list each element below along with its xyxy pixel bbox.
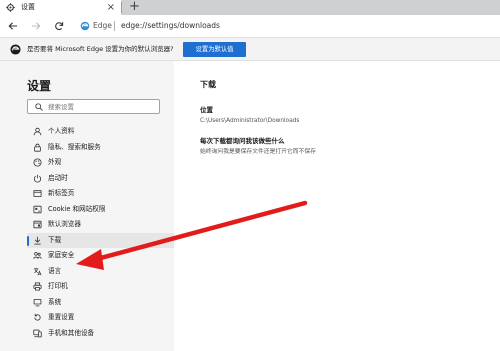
default-browser-icon xyxy=(33,220,42,229)
system-icon xyxy=(33,298,42,307)
sidebar-item-printer[interactable]: 打印机 xyxy=(27,279,174,295)
edge-icon xyxy=(80,21,90,31)
browser-brand-label: Edge xyxy=(93,21,112,30)
forward-button[interactable] xyxy=(29,19,43,33)
settings-nav-list: 个人资料隐私、搜索和服务 外观启动时新标签页 Cookie 和网站权限 默认浏览器下载… xyxy=(27,124,174,341)
sidebar-item-label: 启动时 xyxy=(48,173,68,182)
address-bar-url[interactable]: edge://settings/downloads xyxy=(121,21,220,31)
family-icon xyxy=(33,251,42,260)
language-icon xyxy=(33,267,42,276)
sidebar-item-family[interactable]: 家庭安全 xyxy=(27,248,174,264)
sidebar-item-default-browser[interactable]: 默认浏览器 xyxy=(27,217,174,233)
sidebar-item-label: 语言 xyxy=(48,266,62,275)
ask-where-to-save-description: 始终询问我是要保存文件还是打开它而不保存 xyxy=(200,149,316,155)
download-location-label: 位置 xyxy=(200,106,213,114)
tab-divider xyxy=(121,2,122,13)
new-tab-button[interactable]: + xyxy=(129,0,140,14)
back-arrow-icon xyxy=(8,22,17,30)
sidebar-item-new-tab[interactable]: 新标签页 xyxy=(27,186,174,202)
phone-icon xyxy=(33,329,42,338)
sidebar-item-label: 打印机 xyxy=(48,282,68,291)
sidebar-item-label: 外观 xyxy=(48,158,62,167)
download-icon xyxy=(33,236,42,245)
power-icon xyxy=(33,174,42,183)
settings-gear-icon xyxy=(6,3,15,12)
site-permissions-icon xyxy=(33,205,42,214)
sidebar-item-site-permissions[interactable]: Cookie 和网站权限 xyxy=(27,202,174,218)
set-default-button[interactable]: 设置为默认值 xyxy=(183,42,246,57)
appearance-icon xyxy=(33,158,42,167)
ask-where-to-save-label[interactable]: 每次下载都询问我该做些什么 xyxy=(200,137,285,146)
default-browser-prompt: 是否要将 Microsoft Edge 设置为你的默认浏览器? 设置为默认值 xyxy=(0,38,500,61)
sidebar-item-label: 家庭安全 xyxy=(48,251,75,260)
tab-strip: 设置 × + xyxy=(0,0,500,15)
new-tab-icon xyxy=(33,189,42,198)
sidebar-item-lock[interactable]: 隐私、搜索和服务 xyxy=(27,140,174,156)
sidebar-item-label: 手机和其他设备 xyxy=(48,328,95,337)
profile-icon xyxy=(33,127,42,136)
sidebar-item-label: 系统 xyxy=(48,297,62,306)
lock-icon xyxy=(33,143,42,152)
printer-icon xyxy=(33,282,42,291)
address-toolbar: Edge edge://settings/downloads xyxy=(0,15,500,38)
settings-sidebar: 设置 个人资料隐私、搜索和服务外观启动时新标签页 Cookie 和网站权限默认浏览… xyxy=(0,61,174,351)
page-title: 下载 xyxy=(200,80,216,89)
reset-icon xyxy=(33,313,42,322)
search-input[interactable] xyxy=(48,101,156,112)
sidebar-item-label: 新标签页 xyxy=(48,189,75,198)
sidebar-item-system[interactable]: 系统 xyxy=(27,295,174,311)
sidebar-item-appearance[interactable]: 外观 xyxy=(27,155,174,171)
sidebar-item-language[interactable]: 语言 xyxy=(27,264,174,280)
tab-settings[interactable]: 设置 × xyxy=(0,0,121,15)
sidebar-item-label: 个人资料 xyxy=(48,127,75,136)
sidebar-item-label: 隐私、搜索和服务 xyxy=(48,142,101,151)
refresh-button[interactable] xyxy=(52,19,66,33)
refresh-icon xyxy=(55,22,64,31)
sidebar-item-profile[interactable]: 个人资料 xyxy=(27,124,174,140)
edge-logo-icon xyxy=(10,44,21,55)
search-box[interactable] xyxy=(27,99,160,114)
download-location-value: C:\Users\Administrator\Downloads xyxy=(200,118,300,124)
sidebar-item-reset[interactable]: 重置设置 xyxy=(27,310,174,326)
sidebar-item-power[interactable]: 启动时 xyxy=(27,171,174,187)
back-button[interactable] xyxy=(6,19,20,33)
settings-title: 设置 xyxy=(27,79,52,93)
sidebar-item-label: 重置设置 xyxy=(48,313,75,322)
url-separator xyxy=(114,21,115,31)
prompt-message: 是否要将 Microsoft Edge 设置为你的默认浏览器? xyxy=(27,45,174,53)
tab-close-icon[interactable]: × xyxy=(107,2,115,13)
forward-arrow-icon xyxy=(32,22,41,30)
sidebar-item-label: 下载 xyxy=(48,235,62,244)
sidebar-item-phone[interactable]: 手机和其他设备 xyxy=(27,326,174,342)
search-icon xyxy=(35,103,43,111)
sidebar-item-download[interactable]: 下载 xyxy=(27,232,174,248)
tab-title: 设置 xyxy=(21,3,35,11)
sidebar-item-label: 默认浏览器 xyxy=(48,220,81,229)
sidebar-item-label: Cookie 和网站权限 xyxy=(48,204,106,213)
settings-content: 下载 位置 C:\Users\Administrator\Downloads 每… xyxy=(174,61,500,351)
